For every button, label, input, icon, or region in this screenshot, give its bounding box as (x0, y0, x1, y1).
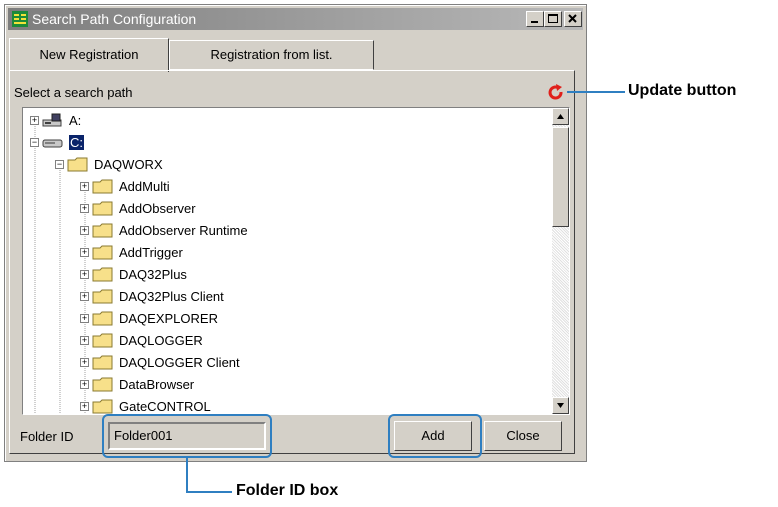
maximize-icon (548, 14, 558, 23)
tree-item-drive-a[interactable]: + A: (30, 109, 81, 131)
tree-item-folder[interactable]: + AddObserver Runtime (80, 219, 248, 241)
tree-item-label: GateCONTROL (119, 398, 211, 414)
refresh-icon (548, 84, 563, 100)
tree-item-folder[interactable]: + DAQ32Plus (80, 263, 187, 285)
tree-item-label: DAQWORX (94, 156, 163, 172)
folder-icon (92, 179, 113, 193)
folder-icon (92, 377, 113, 391)
minimize-button[interactable] (526, 11, 544, 27)
expand-icon[interactable]: + (80, 225, 89, 235)
folder-icon (92, 311, 113, 325)
expand-icon[interactable]: + (80, 203, 89, 213)
expand-icon[interactable]: + (80, 247, 89, 257)
scroll-down-button[interactable] (552, 397, 569, 414)
tree-item-daqworx[interactable]: − DAQWORX (55, 153, 163, 175)
tree-item-label: DAQEXPLORER (119, 310, 218, 326)
folder-id-callout-vline (186, 458, 188, 492)
folder-icon (92, 289, 113, 303)
tree-item-label: DAQLOGGER (119, 332, 203, 348)
tree-item-folder[interactable]: + DAQLOGGER (80, 329, 203, 351)
expand-icon[interactable]: + (80, 291, 89, 301)
close-button[interactable]: Close (484, 421, 562, 451)
expand-icon[interactable]: + (30, 115, 39, 125)
tree-item-label: AddTrigger (119, 244, 183, 260)
tree-item-folder[interactable]: + DAQ32Plus Client (80, 285, 224, 307)
close-window-button[interactable] (564, 11, 582, 27)
folder-icon (92, 333, 113, 347)
update-callout-line (567, 91, 625, 93)
select-path-label: Select a search path (14, 85, 133, 100)
folder-icon (67, 157, 88, 171)
tree-item-label: AddObserver Runtime (119, 222, 248, 238)
tree-item-label: DAQ32Plus (119, 266, 187, 282)
tree-item-label: DAQLOGGER Client (119, 354, 240, 370)
add-callout-box (388, 414, 482, 458)
scroll-thumb[interactable] (552, 127, 569, 227)
folder-id-callout-box (102, 414, 272, 458)
title-bar: Search Path Configuration (8, 8, 583, 30)
maximize-button[interactable] (544, 11, 562, 27)
scroll-up-button[interactable] (552, 108, 569, 125)
close-icon (568, 14, 577, 23)
tree-item-label: C: (69, 134, 84, 150)
update-button-annotation: Update button (628, 82, 737, 99)
tree-item-folder[interactable]: + DAQEXPLORER (80, 307, 218, 329)
folder-icon (92, 267, 113, 281)
tree-item-folder[interactable]: + AddMulti (80, 175, 170, 197)
expand-icon[interactable]: + (80, 379, 89, 389)
tree-item-label: DAQ32Plus Client (119, 288, 224, 304)
window-title: Search Path Configuration (32, 11, 197, 27)
tab-new-registration[interactable]: New Registration (9, 38, 169, 72)
folder-icon (92, 399, 113, 413)
folder-icon (92, 245, 113, 259)
tree-item-label: AddMulti (119, 178, 170, 194)
folder-tree[interactable]: + A: − C: − DAQWORX + AddMulti + AddObserve… (22, 107, 570, 415)
expand-icon[interactable]: + (80, 181, 89, 191)
expand-icon[interactable]: + (80, 335, 89, 345)
tree-item-folder[interactable]: + DataBrowser (80, 373, 194, 395)
minimize-icon (531, 21, 538, 23)
tab-label: Registration from list. (210, 47, 333, 62)
folder-id-label: Folder ID (20, 429, 74, 444)
tab-registration-from-list[interactable]: Registration from list. (169, 40, 374, 70)
tree-item-label: AddObserver (119, 200, 196, 216)
tree-item-folder[interactable]: + DAQLOGGER Client (80, 351, 240, 373)
update-button[interactable] (547, 84, 565, 102)
arrow-up-icon (557, 114, 564, 119)
tab-label: New Registration (39, 47, 139, 62)
folder-id-callout-hline (186, 491, 232, 493)
tree-item-folder[interactable]: + AddObserver (80, 197, 196, 219)
expand-icon[interactable]: + (80, 313, 89, 323)
folder-id-box-annotation: Folder ID box (236, 482, 339, 499)
tree-item-folder[interactable]: + AddTrigger (80, 241, 183, 263)
folder-icon (92, 355, 113, 369)
expand-icon[interactable]: + (80, 357, 89, 367)
vertical-scrollbar[interactable] (552, 108, 569, 414)
expand-icon[interactable]: + (80, 401, 89, 411)
collapse-icon[interactable]: − (30, 137, 39, 147)
folder-icon (92, 223, 113, 237)
floppy-drive-icon (42, 113, 62, 126)
arrow-down-icon (557, 403, 564, 408)
folder-icon (92, 201, 113, 215)
collapse-icon[interactable]: − (55, 159, 64, 169)
hard-drive-icon (42, 139, 63, 147)
tree-item-label: A: (69, 112, 82, 128)
tree-item-drive-c[interactable]: − C: (30, 131, 84, 153)
app-icon (12, 11, 28, 27)
tree-item-folder[interactable]: + GateCONTROL (80, 395, 211, 414)
expand-icon[interactable]: + (80, 269, 89, 279)
tree-item-label: DataBrowser (119, 376, 195, 392)
